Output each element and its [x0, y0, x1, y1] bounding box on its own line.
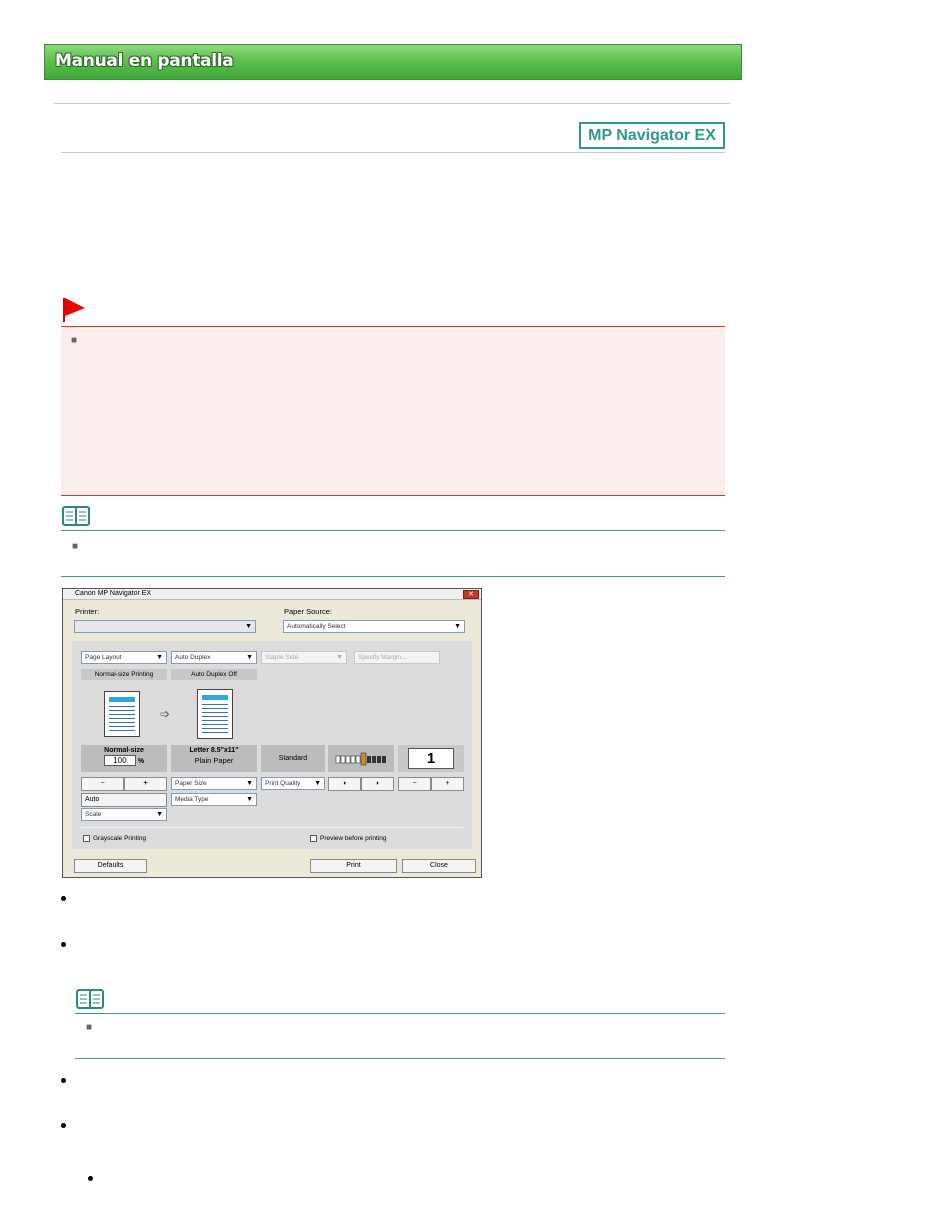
intensity-scale-icon: [335, 752, 386, 766]
panel-divider: [81, 827, 463, 828]
bullet: [88, 1176, 93, 1181]
chevron-down-icon: ▼: [454, 623, 461, 630]
note-divider-bottom: [61, 576, 725, 577]
scale-decrease-button[interactable]: −: [81, 777, 124, 791]
dialog-titlebar: Canon MP Navigator EX ✕: [63, 589, 481, 600]
paper-size-value: Letter 8.5"x11": [189, 747, 239, 754]
print-button[interactable]: Print: [310, 859, 397, 873]
book-note-icon: [62, 506, 90, 526]
preview-label: Preview before printing: [320, 835, 387, 842]
paper-size-select[interactable]: Paper Size ▼: [171, 777, 257, 790]
scale-input[interactable]: 100: [103, 755, 136, 766]
lighter-button[interactable]: ◖: [328, 777, 361, 791]
important-flag-icon: [63, 298, 87, 322]
dialog-title: Canon MP Navigator EX: [75, 590, 152, 597]
media-type-value: Plain Paper: [194, 756, 234, 765]
manual-header-banner: Manual en pantalla: [44, 44, 742, 80]
darker-button[interactable]: ◗: [361, 777, 394, 791]
duplex-status-tag: Auto Duplex Off: [171, 669, 257, 680]
scale-increase-button[interactable]: +: [124, 777, 167, 791]
chevron-down-icon: ▼: [246, 654, 253, 661]
auto-duplex-select[interactable]: Auto Duplex ▼: [171, 651, 257, 664]
bullet: [61, 1123, 66, 1128]
page-layout-select[interactable]: Page Layout ▼: [81, 651, 167, 664]
auto-button[interactable]: Auto: [81, 793, 167, 807]
settings-panel: Page Layout ▼ Auto Duplex ▼ Staple Side ▼ S…: [72, 641, 472, 849]
right-arrow-icon: ➩: [160, 707, 171, 721]
scale-select[interactable]: Scale ▼: [81, 808, 167, 821]
print-dialog: Canon MP Navigator EX ✕ Printer: ▼ Paper…: [62, 588, 482, 878]
bullet: [61, 1078, 66, 1083]
print-quality-select[interactable]: Print Quality ▼: [261, 777, 325, 790]
half-circle-dark-icon: ◗: [375, 780, 380, 787]
preview-checkbox[interactable]: [310, 835, 317, 842]
chevron-down-icon: ▼: [246, 796, 253, 803]
top-divider: [54, 103, 730, 104]
defaults-button[interactable]: Defaults: [74, 859, 147, 873]
printer-select[interactable]: ▼: [74, 620, 256, 633]
percent-label: %: [137, 758, 145, 765]
chevron-down-icon: ▼: [156, 811, 163, 818]
square-bullet: ■: [86, 1022, 93, 1033]
layout-status-tag: Normal-size Printing: [81, 669, 167, 680]
copies-decrease-button[interactable]: −: [398, 777, 431, 791]
book-note-icon: [76, 989, 104, 1009]
bullet: [61, 896, 66, 901]
copies-increase-button[interactable]: +: [431, 777, 464, 791]
note-divider-top: [75, 1013, 725, 1014]
document-icon: [104, 691, 140, 737]
scale-info-box: Normal-size 100 %: [81, 745, 167, 772]
square-bullet: ■: [72, 541, 79, 552]
close-button[interactable]: Close: [402, 859, 476, 873]
half-circle-light-icon: ◖: [342, 780, 347, 787]
grayscale-checkbox[interactable]: [83, 835, 90, 842]
paper-source-select[interactable]: Automatically Select ▼: [283, 620, 465, 633]
mp-navigator-badge: MP Navigator EX: [579, 122, 725, 149]
grayscale-label: Grayscale Printing: [93, 835, 147, 842]
media-type-select[interactable]: Media Type ▼: [171, 793, 257, 806]
copies-info-box: 1: [398, 745, 464, 772]
title-divider: [61, 152, 725, 153]
close-icon[interactable]: ✕: [463, 590, 479, 599]
chevron-down-icon: ▼: [156, 654, 163, 661]
staple-side-select[interactable]: Staple Side ▼: [261, 651, 347, 664]
important-box: ■: [61, 326, 725, 496]
document-icon: [197, 689, 233, 739]
paper-info-box: Letter 8.5"x11" Plain Paper: [171, 745, 257, 772]
printer-label: Printer:: [75, 607, 100, 616]
copies-input[interactable]: 1: [408, 748, 454, 769]
note-divider-top: [61, 530, 725, 531]
chevron-down-icon: ▼: [314, 780, 321, 787]
paper-source-label: Paper Source:: [284, 607, 332, 616]
specify-margin-button[interactable]: Specify Margin...: [354, 651, 440, 664]
note-divider-bottom: [75, 1058, 725, 1059]
chevron-down-icon: ▼: [246, 780, 253, 787]
square-bullet: ■: [71, 335, 78, 346]
chevron-down-icon: ▼: [245, 623, 252, 630]
normal-size-label: Normal-size: [104, 747, 144, 754]
quality-info-box: Standard: [261, 745, 325, 772]
chevron-down-icon: ▼: [336, 654, 343, 661]
manual-title: Manual en pantalla: [55, 51, 234, 71]
bullet: [61, 942, 66, 947]
intensity-info-box: [328, 745, 394, 772]
